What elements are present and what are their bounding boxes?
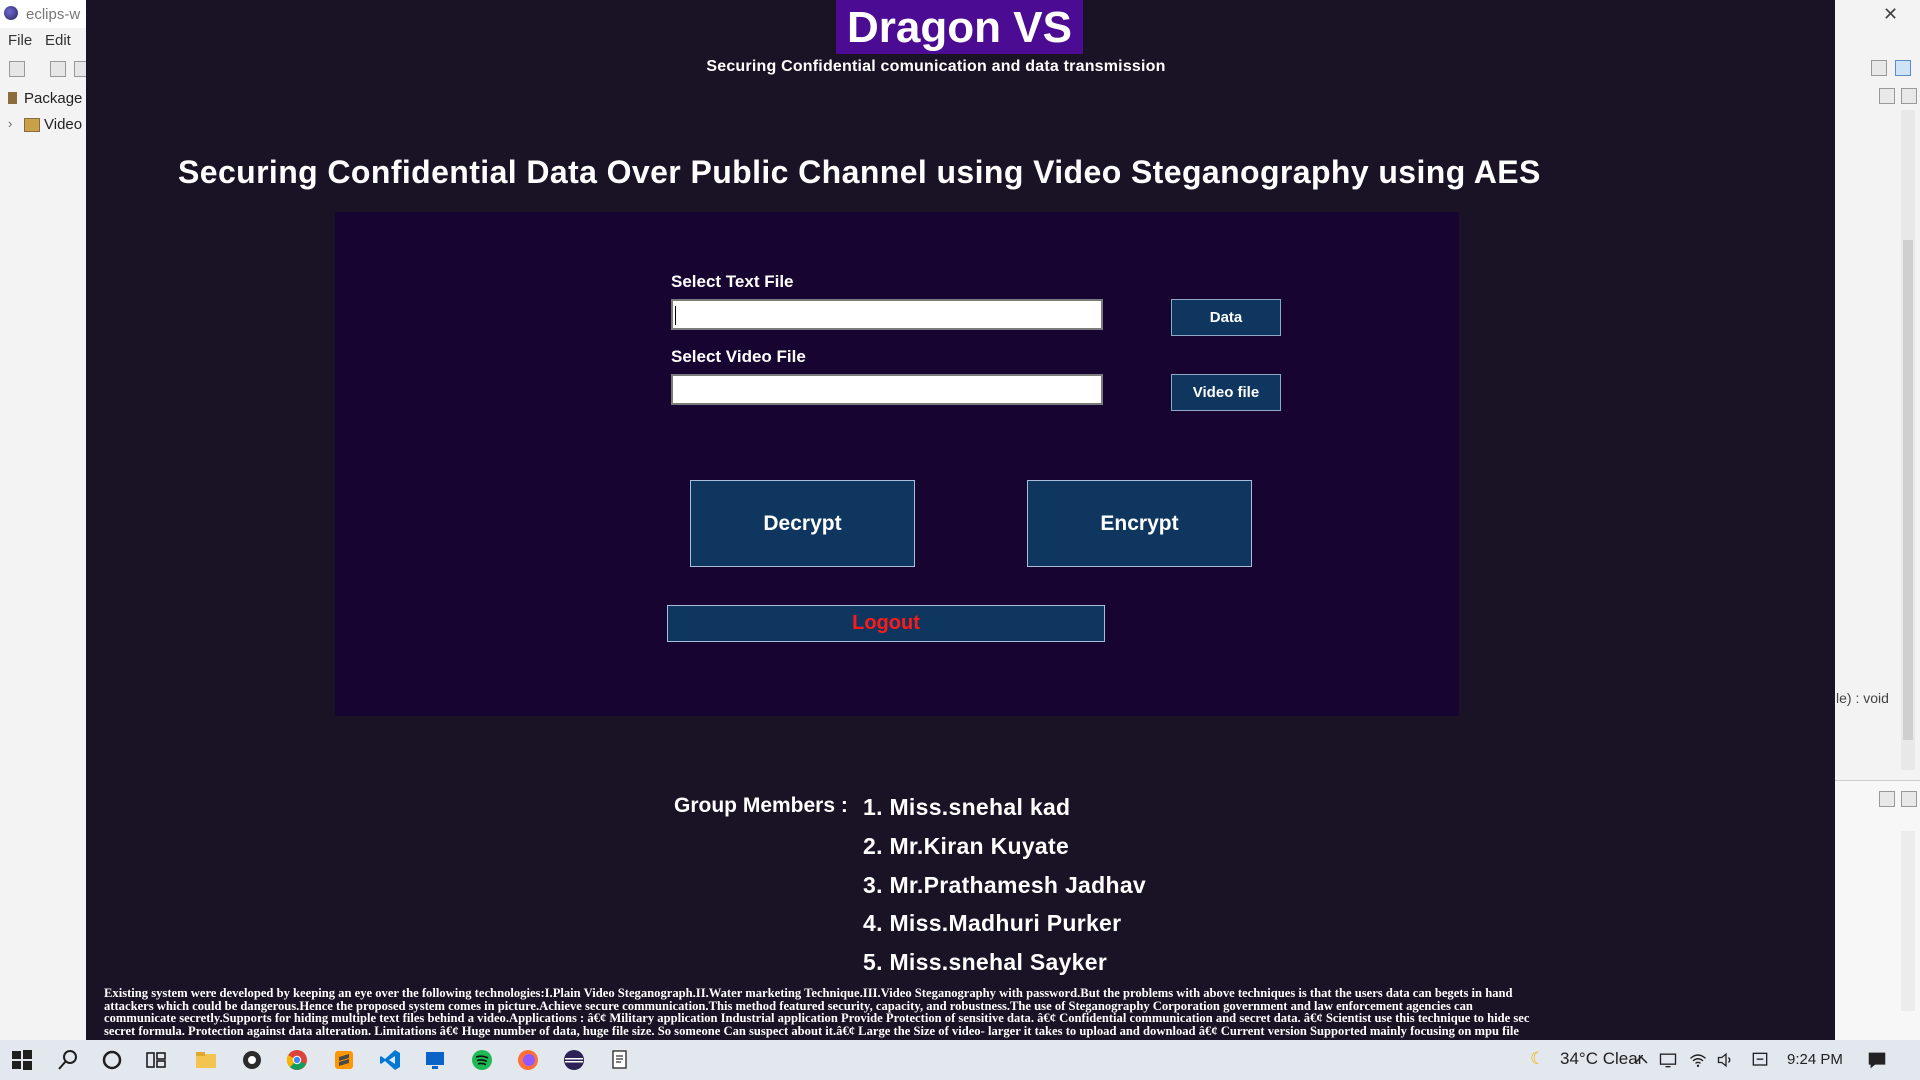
outline-signature: le) : void	[1836, 690, 1889, 706]
vscode-icon[interactable]	[378, 1048, 402, 1072]
eclipse-right-pane: ✕ le) : void	[1835, 0, 1920, 1041]
spotify-icon[interactable]	[470, 1048, 494, 1072]
decrypt-button[interactable]: Decrypt	[690, 480, 915, 567]
description-line: secret formula. Protection against data …	[104, 1023, 1519, 1038]
tab-package-explorer[interactable]: Package E	[0, 88, 86, 110]
task-view-icon[interactable]	[144, 1048, 168, 1072]
weather-widget[interactable]: ☾ 34°C Clear	[1530, 1049, 1643, 1069]
package-tab-label: Package E	[24, 90, 86, 107]
description-line: communicate secretly.Supports for hiding…	[104, 1011, 1530, 1025]
page-title: Securing Confidential Data Over Public C…	[178, 154, 1541, 190]
member-item: 4. Miss.Madhuri Purker	[863, 910, 1122, 936]
text-file-label: Select Text File	[671, 272, 794, 291]
open-perspective-icon[interactable]	[1871, 60, 1887, 76]
wifi-icon[interactable]	[1688, 1048, 1708, 1072]
chevron-up-icon[interactable]	[1632, 1048, 1650, 1072]
data-button[interactable]: Data	[1171, 299, 1281, 336]
group-members-label: Group Members :	[674, 794, 848, 817]
member-item: 3. Mr.Prathamesh Jadhav	[863, 872, 1147, 898]
tree-item-label: Video	[44, 116, 83, 133]
remote-desktop-icon[interactable]	[423, 1048, 447, 1072]
eclipse-menubar: File Edit	[0, 30, 86, 52]
member-item: 2. Mr.Kiran Kuyate	[863, 833, 1070, 859]
member-item: 5. Miss.snehal Sayker	[863, 949, 1108, 975]
minimize-icon[interactable]	[1879, 88, 1895, 104]
menu-file[interactable]: File	[8, 32, 32, 49]
scrollbar-thumb[interactable]	[1903, 240, 1913, 740]
volume-icon[interactable]	[1716, 1048, 1736, 1072]
editor-scrollbar[interactable]	[1901, 110, 1915, 770]
text-file-input[interactable]	[671, 299, 1103, 330]
logout-button[interactable]: Logout	[667, 605, 1105, 642]
chrome-icon[interactable]	[285, 1048, 309, 1072]
windows-start-icon[interactable]	[10, 1048, 34, 1072]
taskbar: ☾ 34°C Clear 9:24 PM	[0, 1040, 1920, 1080]
video-file-button[interactable]: Video file	[1171, 374, 1281, 411]
app-window: Dragon VS Securing Confidential comunica…	[86, 0, 1835, 1040]
text-caret	[675, 306, 676, 325]
maximize-icon[interactable]	[1901, 88, 1917, 104]
eclipse-toolbar	[0, 56, 90, 82]
menu-edit[interactable]: Edit	[45, 32, 71, 49]
minimize-icon[interactable]	[1879, 791, 1895, 807]
tree-item-video[interactable]: › Video	[0, 114, 86, 136]
obs-icon[interactable]	[240, 1048, 264, 1072]
display-icon[interactable]	[1658, 1048, 1678, 1072]
chevron-right-icon[interactable]: ›	[8, 116, 12, 131]
weather-text: 34°C Clear	[1559, 1049, 1644, 1068]
cortana-icon[interactable]	[100, 1048, 124, 1072]
member-item: 1. Miss.snehal kad	[863, 794, 1071, 820]
package-icon	[8, 92, 17, 104]
java-app-icon[interactable]	[608, 1048, 632, 1072]
save-icon[interactable]	[50, 61, 66, 77]
eclipse-left-pane: eclips-w File Edit Package E › Video	[0, 0, 90, 1040]
console-scrollbar[interactable]	[1901, 831, 1915, 1011]
video-file-input[interactable]	[671, 374, 1103, 405]
description-text: Existing system were developed by keepin…	[104, 987, 1901, 1039]
java-perspective-icon[interactable]	[1895, 60, 1911, 76]
clock[interactable]: 9:24 PM	[1787, 1051, 1843, 1068]
form-panel: Select Text File Data Select Video File …	[335, 212, 1459, 716]
new-icon[interactable]	[9, 61, 25, 77]
brand-title: Dragon VS	[836, 0, 1083, 54]
close-icon[interactable]: ✕	[1883, 4, 1898, 25]
file-explorer-icon[interactable]	[194, 1048, 218, 1072]
search-icon[interactable]	[56, 1048, 80, 1072]
language-icon[interactable]	[1750, 1048, 1770, 1072]
eclipse-titlebar: eclips-w	[0, 0, 86, 28]
sublime-text-icon[interactable]	[332, 1048, 356, 1072]
notifications-icon[interactable]	[1866, 1048, 1888, 1072]
video-file-label: Select Video File	[671, 347, 806, 366]
eclipse-icon[interactable]	[562, 1048, 586, 1072]
project-folder-icon	[24, 118, 40, 132]
eclipse-logo-icon	[4, 6, 18, 20]
tagline: Securing Confidential comunication and d…	[706, 58, 1166, 75]
encrypt-button[interactable]: Encrypt	[1027, 480, 1252, 567]
eclipse-title: eclips-w	[26, 6, 81, 23]
description-line: Existing system were developed by keepin…	[104, 987, 1513, 1000]
firefox-icon[interactable]	[516, 1048, 540, 1072]
maximize-icon[interactable]	[1901, 791, 1917, 807]
moon-icon: ☾	[1530, 1049, 1546, 1068]
